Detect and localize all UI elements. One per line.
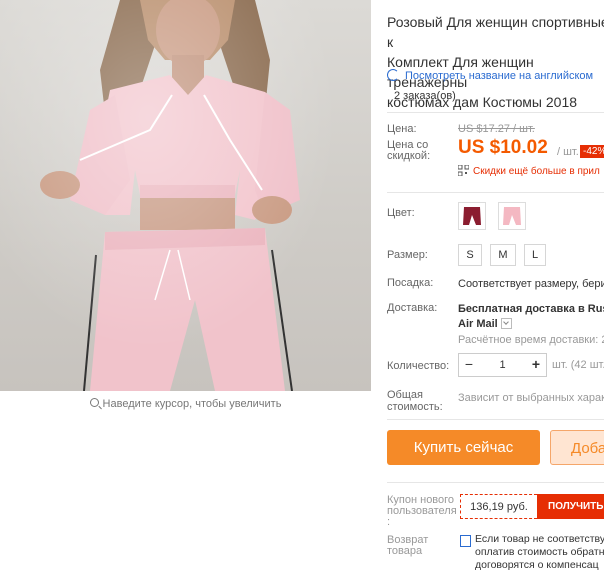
product-image[interactable] — [0, 0, 371, 391]
returns-text-line: Если товар не соответству — [475, 533, 604, 545]
color-label: Цвет: — [387, 207, 415, 219]
product-title-line: Розовый Для женщин спортивные к — [387, 14, 604, 50]
return-policy-icon — [460, 535, 471, 547]
get-coupon-button[interactable]: ПОЛУЧИТЬ — [537, 494, 604, 519]
total-label: стоимость: — [387, 401, 443, 413]
divider — [387, 419, 604, 420]
fit-value: Соответствует размеру, берите — [458, 278, 604, 290]
coupon-value: 136,19 руб. — [460, 494, 537, 519]
total-value: Зависит от выбранных характ — [458, 392, 604, 404]
coupon-label: пользователя — [387, 505, 457, 517]
coupon-label: : — [387, 516, 391, 528]
discount-price-label: скидкой: — [387, 150, 431, 162]
price-label: Цена: — [387, 123, 417, 135]
translate-link-text: Посмотреть название на английском — [405, 70, 594, 82]
quantity-label: Количество: — [387, 360, 450, 372]
delivery-time: Расчётное время доставки: 20 — [458, 334, 604, 346]
per-unit: / шт. — [557, 146, 579, 158]
translate-icon — [387, 69, 399, 81]
size-option-l[interactable]: L — [524, 244, 546, 266]
color-option-burgundy[interactable] — [458, 202, 486, 230]
returns-label: товара — [387, 545, 423, 557]
returns-text: Если товар не соответству оплатив стоимо… — [475, 533, 604, 572]
returns-text-line: оплатив стоимость обратн — [475, 546, 604, 558]
quantity-units: шт. (42 шт. — [552, 359, 604, 371]
zoom-hint-text: Наведите курсор, чтобы увеличить — [102, 398, 282, 410]
divider — [387, 482, 604, 483]
chevron-down-icon[interactable] — [500, 318, 512, 329]
divider — [387, 192, 604, 193]
size-option-s[interactable]: S — [458, 244, 482, 266]
delivery-method: Бесплатная доставка в Russ — [458, 303, 604, 315]
returns-text-line: договорятся о компенсац — [475, 559, 599, 571]
size-label: Размер: — [387, 249, 428, 261]
sale-price: US $10.02 — [458, 137, 548, 158]
zoom-hint: Наведите курсор, чтобы увеличить — [0, 398, 371, 410]
divider — [387, 112, 604, 113]
buy-now-button[interactable]: Купить сейчас — [387, 430, 540, 465]
discount-badge: -42% — [580, 145, 604, 158]
quantity-decrease-button[interactable]: − — [459, 354, 479, 376]
translate-link[interactable]: Посмотреть название на английском — [387, 69, 593, 82]
quantity-input[interactable]: 1 — [479, 354, 526, 376]
orders-count: 2 заказа(ов) — [394, 90, 456, 102]
delivery-carrier[interactable]: Air Mail — [458, 318, 512, 330]
color-option-pink[interactable] — [498, 202, 526, 230]
old-price: US $17.27 / шт. — [458, 123, 535, 135]
magnifier-icon — [89, 398, 99, 407]
app-discount-link[interactable]: Скидки ещё больше в прил — [458, 166, 600, 177]
size-option-m[interactable]: M — [490, 244, 516, 266]
total-label: Общая — [387, 389, 423, 401]
quantity-stepper: − 1 + — [458, 353, 547, 377]
add-to-cart-button[interactable]: Доба — [550, 430, 604, 465]
quantity-increase-button[interactable]: + — [526, 354, 546, 376]
fit-label: Посадка: — [387, 277, 434, 289]
delivery-label: Доставка: — [387, 302, 438, 314]
